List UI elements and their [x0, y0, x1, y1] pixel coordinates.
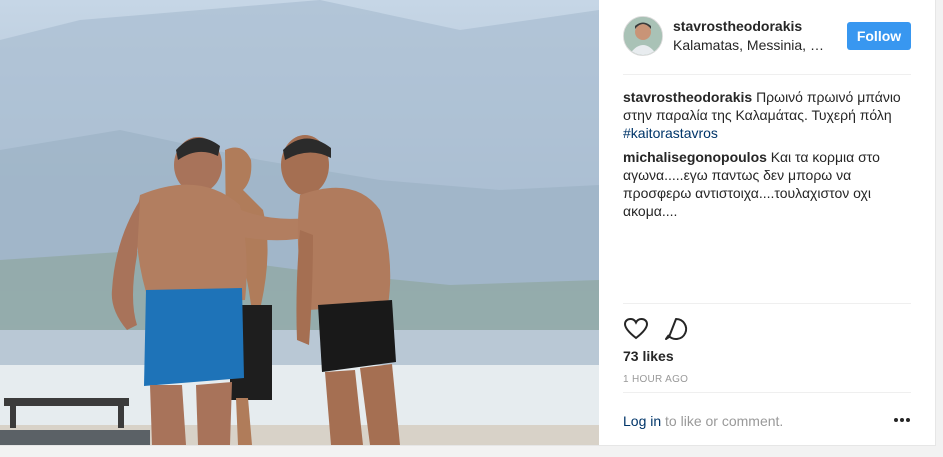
post-actions: 73 likes 1 hour ago Log in to like or co… — [623, 303, 911, 446]
caption-username[interactable]: stavrostheodorakis — [623, 89, 752, 105]
post-timestamp[interactable]: 1 hour ago — [623, 374, 688, 385]
heart-icon[interactable] — [623, 316, 649, 342]
comments-list: stavrostheodorakis Πρωινό πρωινό μπάνιο … — [623, 88, 913, 226]
profile-photo — [624, 17, 662, 55]
login-link[interactable]: Log in — [623, 413, 661, 429]
avatar[interactable] — [623, 16, 663, 56]
beach-scene-image — [0, 0, 599, 445]
header-username[interactable]: stavrostheodorakis — [673, 18, 802, 34]
follow-button[interactable]: Follow — [847, 22, 911, 50]
login-suffix: to like or comment. — [661, 413, 784, 429]
post-card: stavrostheodorakis Kalamatas, Messinia, … — [0, 0, 936, 446]
comment-icon[interactable] — [663, 316, 689, 342]
comment-item: michalisegonopoulos Και τα κορμια στο αγ… — [623, 148, 913, 220]
post-header: stavrostheodorakis Kalamatas, Messinia, … — [623, 16, 911, 75]
header-location[interactable]: Kalamatas, Messinia, Greece — [673, 37, 831, 53]
caption-hashtag[interactable]: #kaitorastavros — [623, 124, 913, 142]
login-row: Log in to like or comment. — [623, 392, 911, 445]
ellipsis-icon[interactable] — [893, 415, 911, 425]
login-prompt: Log in to like or comment. — [623, 413, 783, 429]
caption: stavrostheodorakis Πρωινό πρωινό μπάνιο … — [623, 88, 913, 142]
comment-username[interactable]: michalisegonopoulos — [623, 149, 767, 165]
post-side-panel: stavrostheodorakis Kalamatas, Messinia, … — [599, 0, 935, 445]
likes-count[interactable]: 73 likes — [623, 348, 674, 364]
post-photo[interactable] — [0, 0, 599, 445]
